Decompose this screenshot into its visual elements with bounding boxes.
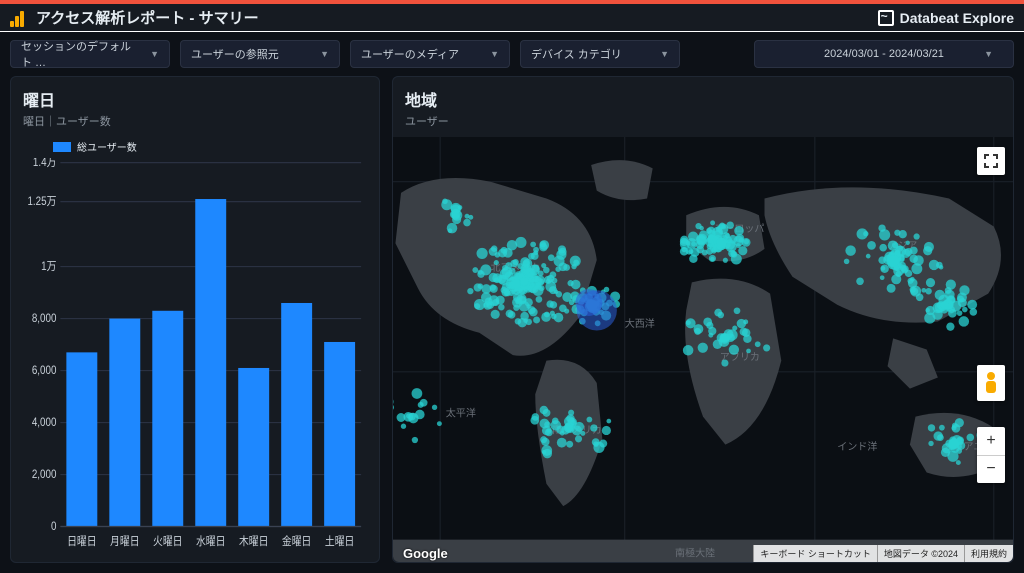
fullscreen-button[interactable] bbox=[977, 147, 1005, 175]
svg-text:1万: 1万 bbox=[41, 260, 57, 273]
map-terms[interactable]: 利用規約 bbox=[964, 545, 1013, 562]
svg-text:1.4万: 1.4万 bbox=[33, 158, 57, 169]
panel-title: 曜日 bbox=[23, 87, 367, 111]
day-of-week-panel: 曜日 曜日｜ユーザー数 総ユーザー数 0 2,000 4,000 6,000 8,000… bbox=[10, 76, 380, 563]
svg-text:木曜日: 木曜日 bbox=[239, 535, 268, 548]
chevron-down-icon: ▼ bbox=[150, 49, 159, 59]
panel-subtitle: 曜日｜ユーザー数 bbox=[23, 113, 367, 129]
svg-text:0: 0 bbox=[51, 520, 56, 533]
map-label-atlantic: 大西洋 bbox=[625, 317, 655, 330]
filter-label: セッションのデフォルト … bbox=[21, 38, 140, 70]
map-data-credit: 地図データ ©2024 bbox=[877, 545, 964, 562]
filter-user-referrer[interactable]: ユーザーの参照元 ▼ bbox=[180, 40, 340, 68]
map-keyboard-shortcuts[interactable]: キーボード ショートカット bbox=[753, 545, 877, 562]
filter-label: ユーザーのメディア bbox=[361, 46, 459, 62]
map-footer: Google キーボード ショートカット 地図データ ©2024 利用規約 bbox=[393, 544, 1013, 562]
svg-text:8,000: 8,000 bbox=[32, 312, 57, 325]
chart-legend: 総ユーザー数 bbox=[53, 139, 367, 154]
panel-title: 地域 bbox=[393, 87, 1013, 111]
svg-text:6,000: 6,000 bbox=[32, 364, 57, 377]
world-map[interactable]: 北アメリカ 南アメリカ アフリカ ヨーロッパ アジア オセアニア 南極大陸 大西… bbox=[393, 137, 1013, 562]
legend-label: 総ユーザー数 bbox=[77, 139, 137, 154]
date-range-label: 2024/03/01 - 2024/03/21 bbox=[824, 48, 944, 60]
google-logo: Google bbox=[393, 546, 753, 561]
filter-session-default[interactable]: セッションのデフォルト … ▼ bbox=[10, 40, 170, 68]
content: 曜日 曜日｜ユーザー数 総ユーザー数 0 2,000 4,000 6,000 8,000… bbox=[0, 76, 1024, 573]
chevron-down-icon: ▼ bbox=[490, 49, 499, 59]
pegman-button[interactable] bbox=[977, 365, 1005, 401]
zoom-control: + − bbox=[977, 427, 1005, 483]
date-range-picker[interactable]: 2024/03/01 - 2024/03/21 ▼ bbox=[754, 40, 1014, 68]
panel-subtitle: ユーザー bbox=[393, 113, 1013, 129]
page-title: アクセス解析レポート - サマリー bbox=[36, 7, 878, 28]
legend-swatch bbox=[53, 142, 71, 152]
chevron-down-icon: ▼ bbox=[660, 49, 669, 59]
svg-text:火曜日: 火曜日 bbox=[153, 535, 182, 548]
filter-label: デバイス カテゴリ bbox=[531, 46, 622, 62]
svg-text:水曜日: 水曜日 bbox=[196, 535, 225, 548]
filter-user-media[interactable]: ユーザーのメディア ▼ bbox=[350, 40, 510, 68]
svg-text:1.25万: 1.25万 bbox=[27, 195, 56, 208]
chevron-down-icon: ▼ bbox=[984, 49, 993, 59]
svg-text:金曜日: 金曜日 bbox=[282, 534, 311, 548]
chevron-down-icon: ▼ bbox=[320, 49, 329, 59]
svg-text:2,000: 2,000 bbox=[32, 468, 57, 481]
svg-text:日曜日: 日曜日 bbox=[67, 535, 96, 548]
zoom-in-button[interactable]: + bbox=[977, 427, 1005, 456]
bar-chart: 0 2,000 4,000 6,000 8,000 1万 1.25万 1.4万日曜日 月曜日 火曜… bbox=[23, 158, 367, 552]
svg-text:月曜日: 月曜日 bbox=[110, 535, 139, 548]
svg-text:土曜日: 土曜日 bbox=[325, 534, 354, 548]
databeat-icon bbox=[878, 10, 894, 26]
header: アクセス解析レポート - サマリー Databeat Explore bbox=[0, 4, 1024, 32]
svg-text:4,000: 4,000 bbox=[32, 416, 57, 429]
brand: Databeat Explore bbox=[878, 10, 1014, 26]
map-label-pacific: 太平洋 bbox=[446, 407, 476, 420]
filter-bar: セッションのデフォルト … ▼ ユーザーの参照元 ▼ ユーザーのメディア ▼ デ… bbox=[0, 32, 1024, 76]
filter-label: ユーザーの参照元 bbox=[191, 46, 279, 62]
map-label-indian: インド洋 bbox=[837, 440, 877, 453]
brand-label: Databeat Explore bbox=[900, 10, 1014, 26]
filter-device-category[interactable]: デバイス カテゴリ ▼ bbox=[520, 40, 680, 68]
zoom-out-button[interactable]: − bbox=[977, 456, 1005, 484]
region-panel: 地域 ユーザー bbox=[392, 76, 1014, 563]
google-analytics-icon bbox=[10, 9, 28, 27]
pegman-icon bbox=[985, 372, 997, 394]
